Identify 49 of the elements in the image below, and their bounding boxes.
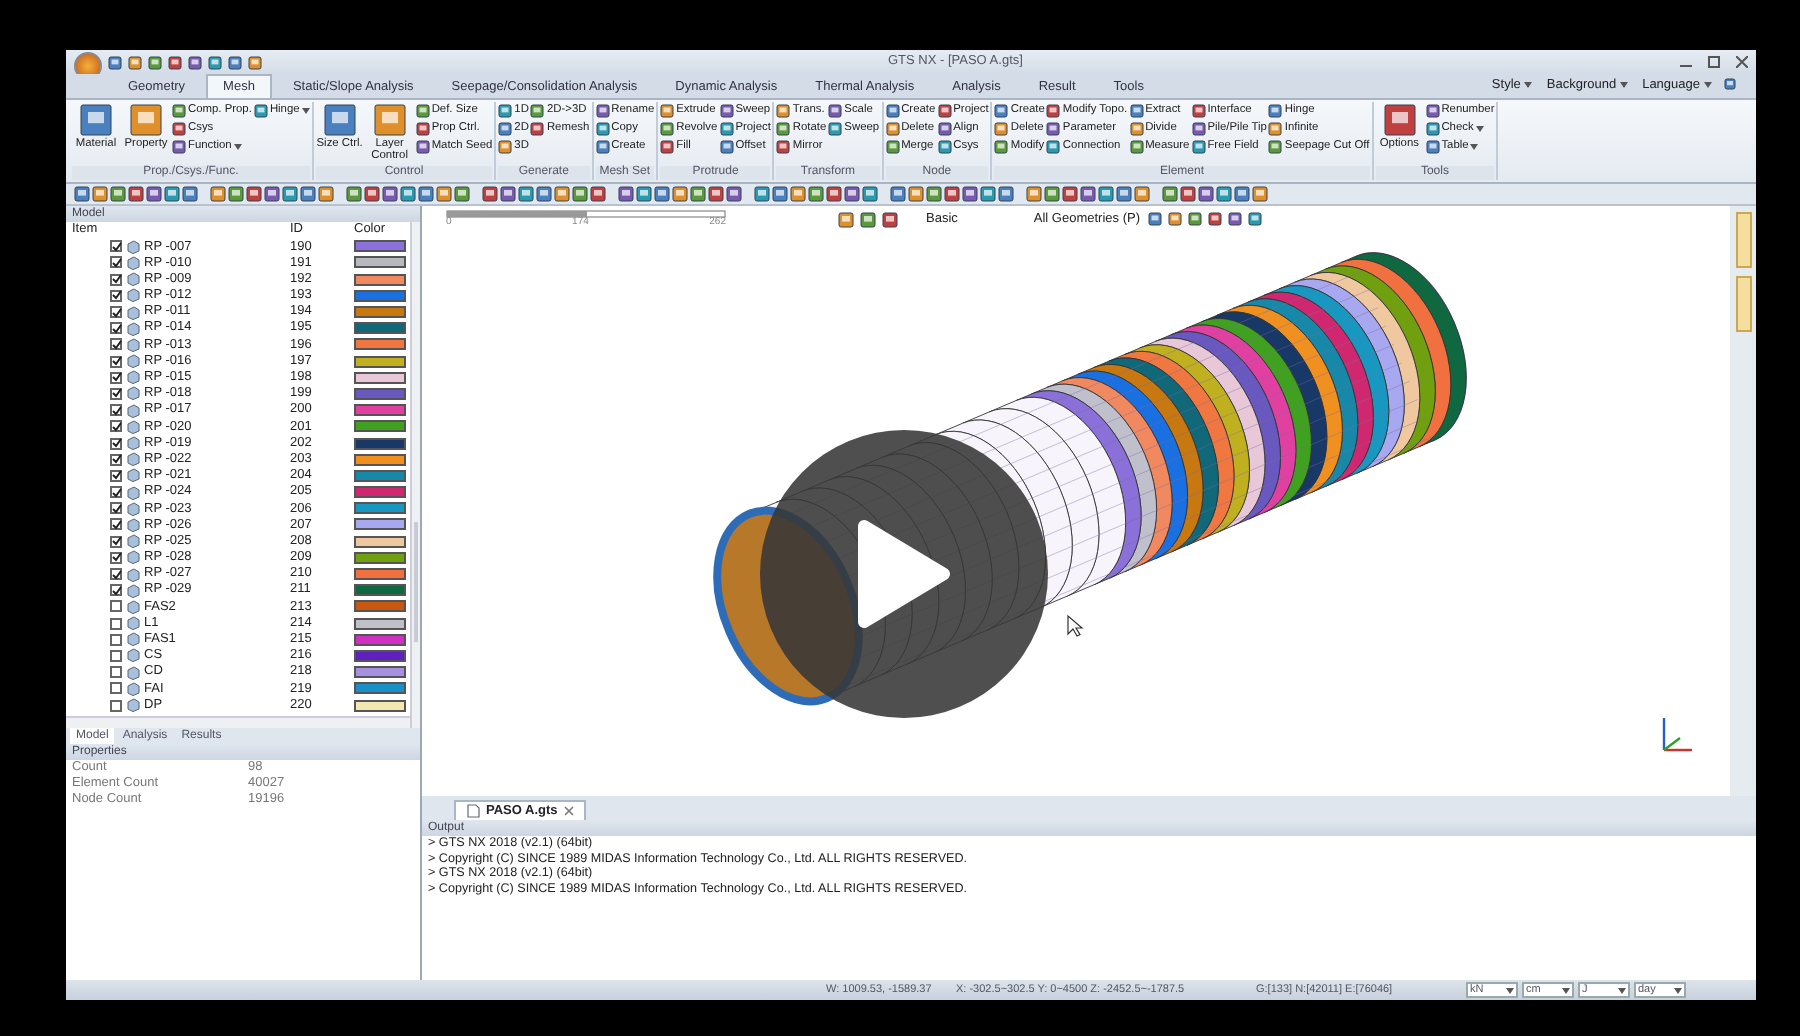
tool-icon (130, 104, 162, 136)
checkbox[interactable] (110, 469, 122, 482)
checkbox[interactable] (110, 649, 122, 662)
checkbox[interactable] (110, 322, 122, 335)
tool-icon (323, 104, 356, 136)
axis-triad-icon (1662, 718, 1692, 752)
close-icon[interactable] (1736, 56, 1748, 68)
checkbox[interactable] (110, 502, 122, 515)
tool-icon (1383, 104, 1416, 136)
caret-icon (1618, 987, 1626, 993)
checkbox[interactable] (110, 306, 122, 319)
checkbox[interactable] (110, 535, 122, 548)
help-icon[interactable] (1724, 78, 1736, 91)
tool-icon (253, 104, 268, 118)
vertical-scrollbar[interactable] (410, 222, 420, 728)
checkbox[interactable] (110, 551, 122, 564)
checkbox[interactable] (110, 617, 122, 630)
checkbox[interactable] (110, 568, 122, 581)
checkbox[interactable] (110, 338, 122, 351)
checkbox[interactable] (110, 600, 122, 613)
checkbox[interactable] (110, 355, 122, 368)
checkbox[interactable] (110, 633, 122, 646)
checkbox[interactable] (110, 682, 122, 695)
checkbox[interactable] (110, 584, 122, 597)
checkbox[interactable] (110, 486, 122, 499)
checkbox[interactable] (110, 404, 122, 417)
checkbox[interactable] (110, 371, 122, 384)
caret-icon (1562, 987, 1570, 993)
close-icon[interactable] (563, 805, 574, 816)
document-icon (466, 803, 480, 818)
horizontal-scrollbar[interactable] (66, 716, 410, 728)
checkbox[interactable] (110, 420, 122, 433)
checkbox[interactable] (110, 666, 122, 679)
mouse-pointer-icon (1067, 614, 1084, 637)
caret-icon (1506, 987, 1514, 993)
checkbox[interactable] (110, 289, 122, 302)
checkbox[interactable] (110, 387, 122, 400)
checkbox[interactable] (110, 699, 122, 712)
checkbox[interactable] (110, 240, 122, 253)
checkbox[interactable] (110, 256, 122, 269)
checkbox[interactable] (110, 518, 122, 531)
checkbox[interactable] (110, 273, 122, 286)
tool-icon (373, 104, 406, 136)
tool-icon (80, 104, 112, 136)
checkbox[interactable] (110, 453, 122, 466)
play-icon (856, 518, 952, 630)
caret-icon (1674, 987, 1682, 993)
checkbox[interactable] (110, 437, 122, 450)
maximize-icon[interactable] (1708, 56, 1720, 68)
